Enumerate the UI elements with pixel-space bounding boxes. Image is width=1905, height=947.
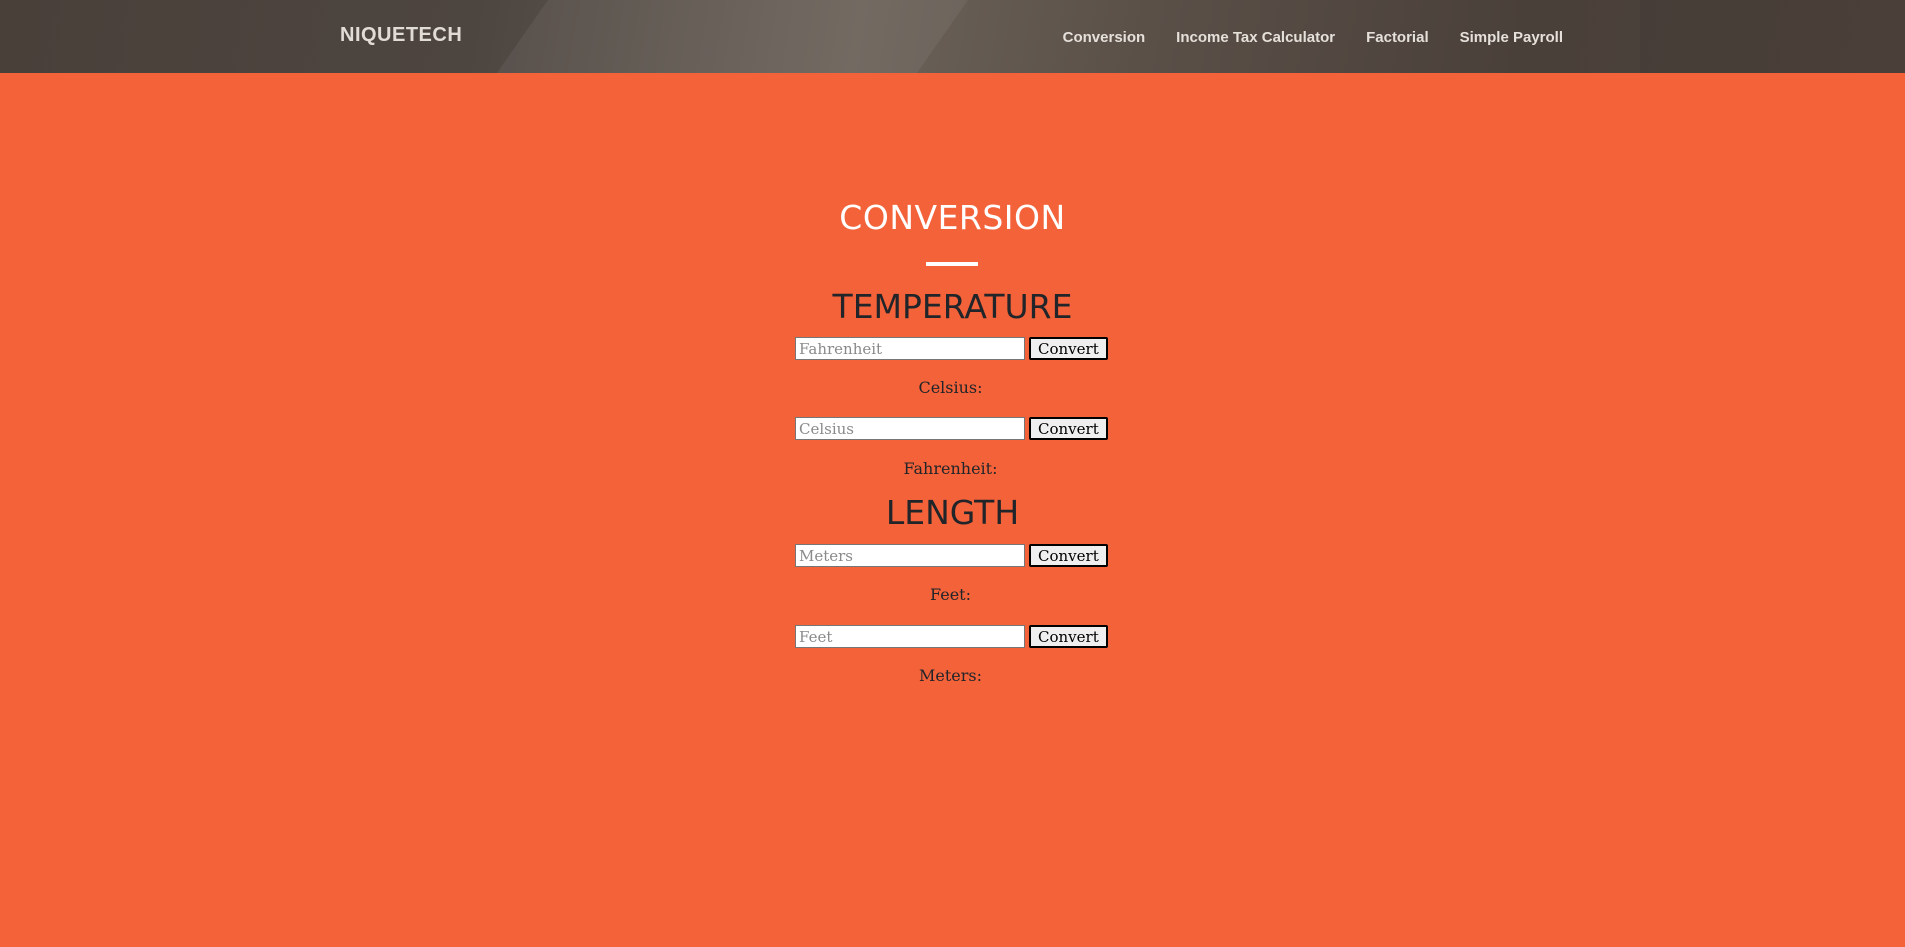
length-section-title: LENGTH [885,493,1020,532]
brand-logo[interactable]: NIQUETECH [340,24,462,47]
celsius-result: Celsius: [0,378,1905,397]
fahrenheit-input[interactable] [795,337,1025,360]
feet-result: Feet: [0,585,1905,604]
feet-result-label: Feet: [930,585,971,604]
meters-row: Convert [795,544,1108,567]
convert-fahrenheit-button[interactable]: Convert [1029,337,1108,360]
title-divider [926,262,978,266]
meters-result-label: Meters: [919,666,982,685]
nav-item-factorial: Factorial [1366,27,1429,46]
nav-link-income-tax-calculator[interactable]: Income Tax Calculator [1176,29,1335,46]
nav-link-conversion[interactable]: Conversion [1063,29,1146,46]
navbar-background-shape [463,0,997,73]
fahrenheit-result: Fahrenheit: [0,459,1905,478]
navbar: NIQUETECH Conversion Income Tax Calculat… [0,0,1905,73]
celsius-input[interactable] [795,417,1025,440]
page-title: CONVERSION [839,198,1066,237]
feet-row: Convert [795,625,1108,648]
celsius-result-label: Celsius: [918,378,983,397]
convert-feet-button[interactable]: Convert [1029,625,1108,648]
nav-link-factorial[interactable]: Factorial [1366,29,1429,46]
fahrenheit-row: Convert [795,337,1108,360]
nav-menu: Conversion Income Tax Calculator Factori… [1063,27,1563,46]
nav-link-simple-payroll[interactable]: Simple Payroll [1460,29,1563,46]
navbar-background-shape [1640,0,1905,73]
meters-input[interactable] [795,544,1025,567]
convert-celsius-button[interactable]: Convert [1029,417,1108,440]
fahrenheit-result-label: Fahrenheit: [903,459,998,478]
nav-item-income-tax-calculator: Income Tax Calculator [1176,27,1335,46]
feet-input[interactable] [795,625,1025,648]
celsius-row: Convert [795,417,1108,440]
nav-item-simple-payroll: Simple Payroll [1460,27,1563,46]
nav-item-conversion: Conversion [1063,27,1146,46]
temperature-section-title: TEMPERATURE [832,287,1073,326]
meters-result: Meters: [0,666,1905,685]
convert-meters-button[interactable]: Convert [1029,544,1108,567]
